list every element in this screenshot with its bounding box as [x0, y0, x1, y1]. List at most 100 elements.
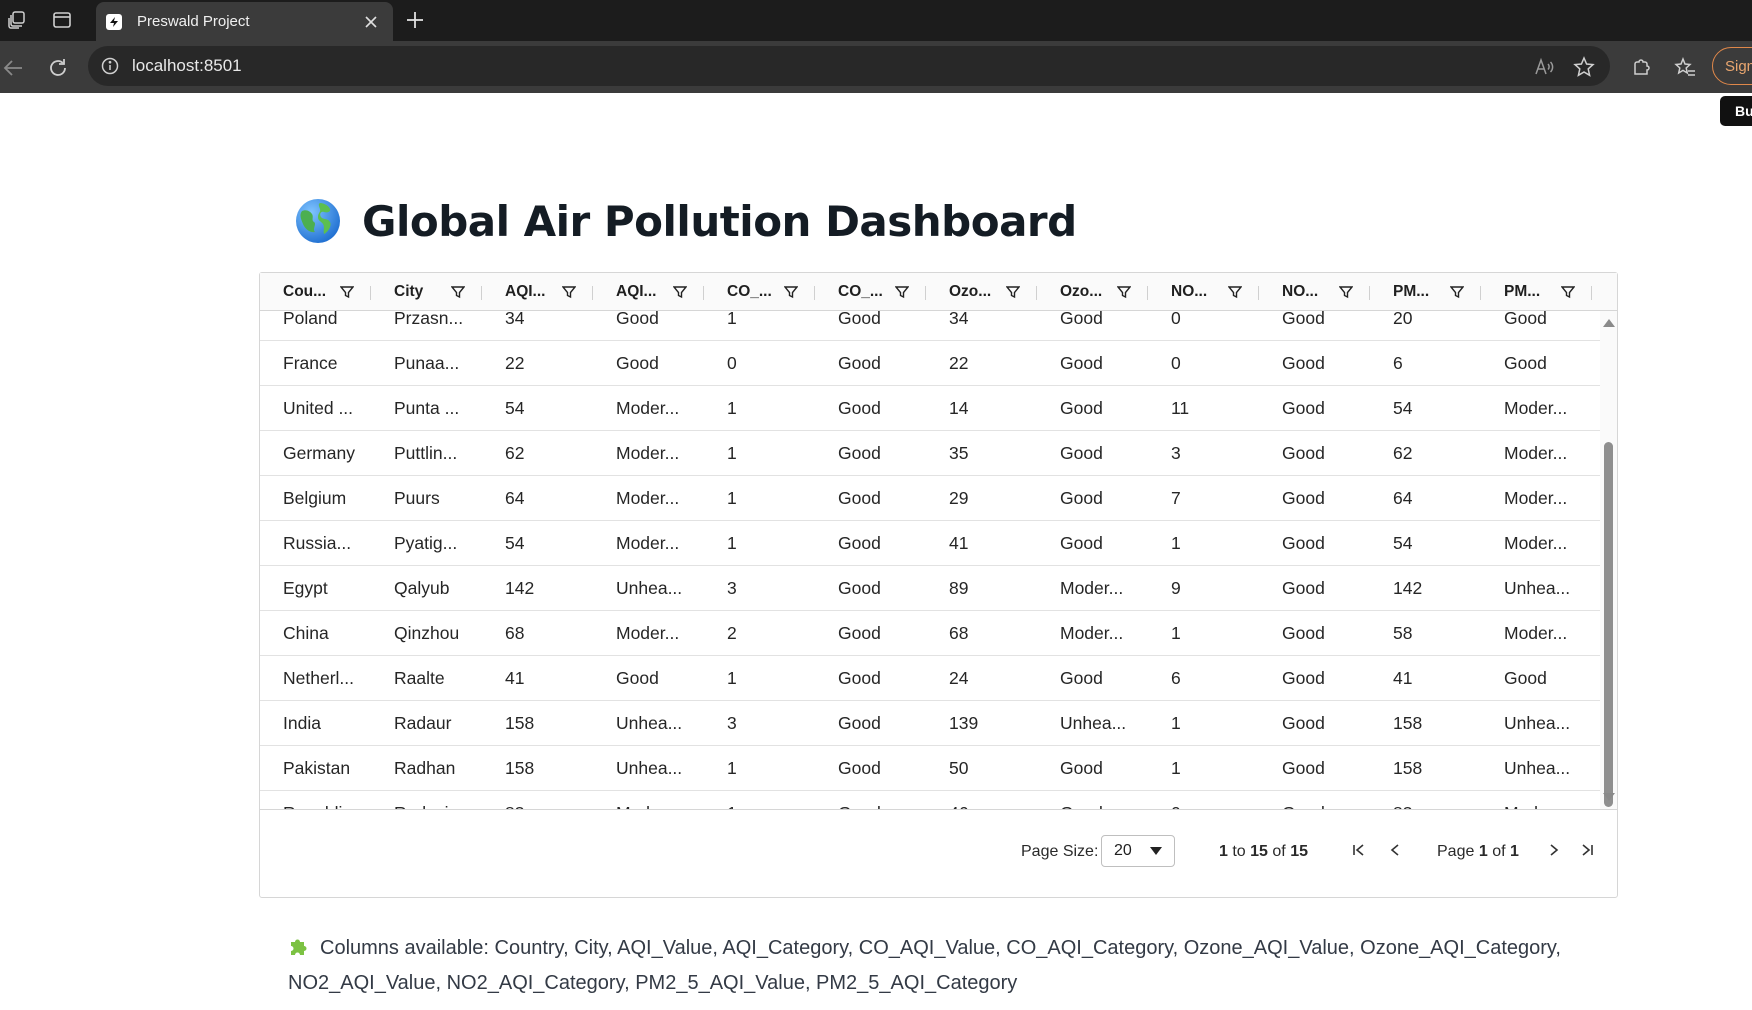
table-cell[interactable]: Good [1259, 791, 1325, 810]
table-cell[interactable]: Unhea... [1481, 701, 1570, 745]
table-cell[interactable]: 54 [1370, 386, 1412, 430]
column-header[interactable]: Cou... [260, 273, 371, 311]
table-cell[interactable]: Raalte [371, 656, 445, 700]
table-cell[interactable]: Good [815, 431, 881, 475]
table-cell[interactable]: 11 [1148, 386, 1189, 430]
table-cell[interactable]: Unhea... [1037, 701, 1126, 745]
table-cell[interactable]: Przasn... [371, 311, 463, 340]
table-cell[interactable]: Good [593, 656, 659, 700]
table-cell[interactable]: Radovis [371, 791, 457, 810]
filter-icon[interactable] [561, 284, 577, 300]
table-cell[interactable]: Moder... [1481, 611, 1567, 655]
table-cell[interactable]: Good [1259, 386, 1325, 430]
table-cell[interactable]: 35 [926, 431, 968, 475]
table-cell[interactable]: Unhea... [1481, 566, 1570, 610]
table-cell[interactable]: 3 [704, 701, 737, 745]
table-cell[interactable]: Good [593, 311, 659, 340]
table-cell[interactable]: Moder... [1037, 566, 1123, 610]
table-cell[interactable]: 62 [482, 431, 524, 475]
table-cell[interactable]: Good [1259, 746, 1325, 790]
table-cell[interactable]: Good [1259, 311, 1325, 340]
column-header[interactable]: Ozo... [1037, 273, 1148, 311]
table-row[interactable]: India Radaur 158 Unhea... 3 Good 139 Unhea... 1 G… [260, 701, 1600, 746]
table-cell[interactable]: 1 [704, 791, 737, 810]
next-page-icon[interactable] [1544, 839, 1564, 861]
table-cell[interactable]: Good [1037, 521, 1103, 565]
table-cell[interactable]: Good [1037, 746, 1103, 790]
column-header[interactable]: PM... [1481, 273, 1592, 311]
table-cell[interactable]: Pakistan [260, 746, 350, 790]
table-cell[interactable]: Good [1259, 341, 1325, 385]
vertical-scrollbar[interactable] [1600, 311, 1617, 809]
table-cell[interactable]: 158 [1370, 746, 1422, 790]
table-cell[interactable]: Good [815, 701, 881, 745]
table-cell[interactable]: Radhan [371, 746, 455, 790]
table-cell[interactable]: 29 [926, 476, 968, 520]
table-row[interactable]: Netherl... Raalte 41 Good 1 Good 24 Good 6 Good 41… [260, 656, 1600, 701]
filter-icon[interactable] [1227, 284, 1243, 300]
table-cell[interactable]: 22 [482, 341, 524, 385]
table-cell[interactable]: 34 [926, 311, 968, 340]
table-row[interactable]: Russia... Pyatig... 54 Moder... 1 Good 41 Good 1… [260, 521, 1600, 566]
filter-icon[interactable] [783, 284, 799, 300]
table-row[interactable]: Pakistan Radhan 158 Unhea... 1 Good 50 Good 1 Goo… [260, 746, 1600, 791]
table-cell[interactable]: Punaa... [371, 341, 459, 385]
table-cell[interactable]: 1 [1148, 611, 1181, 655]
table-cell[interactable]: 0 [704, 341, 737, 385]
table-cell[interactable]: Good [1037, 431, 1103, 475]
table-cell[interactable]: 68 [926, 611, 968, 655]
table-cell[interactable]: 68 [482, 611, 524, 655]
table-cell[interactable]: United ... [260, 386, 353, 430]
table-cell[interactable]: Moder... [1037, 611, 1123, 655]
filter-icon[interactable] [450, 284, 466, 300]
filter-icon[interactable] [339, 284, 355, 300]
table-cell[interactable]: 1 [1148, 746, 1181, 790]
table-row[interactable]: Egypt Qalyub 142 Unhea... 3 Good 89 Moder... 9 Go… [260, 566, 1600, 611]
table-cell[interactable]: Moder... [593, 386, 679, 430]
browser-tab[interactable]: Preswald Project [96, 2, 393, 41]
table-cell[interactable]: Good [1259, 611, 1325, 655]
page-size-select[interactable]: 20 [1101, 835, 1175, 867]
table-row[interactable]: United ... Punta ... 54 Moder... 1 Good 14 Good… [260, 386, 1600, 431]
last-page-icon[interactable] [1577, 839, 1597, 861]
table-cell[interactable]: 1 [704, 746, 737, 790]
favorites-list-icon[interactable] [1672, 55, 1698, 81]
table-cell[interactable]: 83 [1370, 791, 1412, 810]
table-cell[interactable]: 54 [482, 386, 524, 430]
table-cell[interactable]: Russia... [260, 521, 351, 565]
scrollbar-thumb[interactable] [1604, 442, 1613, 807]
table-cell[interactable]: Moder... [593, 791, 679, 810]
table-cell[interactable]: 1 [704, 431, 737, 475]
table-cell[interactable]: Puurs [371, 476, 440, 520]
table-cell[interactable]: Moder... [1481, 476, 1567, 520]
column-header[interactable]: NO... [1259, 273, 1370, 311]
filter-icon[interactable] [1449, 284, 1465, 300]
table-cell[interactable]: 22 [926, 341, 968, 385]
table-cell[interactable]: Good [1037, 341, 1103, 385]
sign-in-button[interactable]: Sign [1712, 47, 1752, 85]
table-cell[interactable]: Good [1259, 566, 1325, 610]
table-cell[interactable]: Qalyub [371, 566, 449, 610]
table-cell[interactable]: 158 [1370, 701, 1422, 745]
table-cell[interactable]: 62 [1370, 431, 1412, 475]
table-cell[interactable]: 0 [1148, 341, 1181, 385]
table-cell[interactable]: Unhea... [593, 746, 682, 790]
column-header[interactable]: CO_... [704, 273, 815, 311]
table-cell[interactable]: 54 [1370, 521, 1412, 565]
table-cell[interactable]: Puttlin... [371, 431, 457, 475]
table-cell[interactable]: 34 [482, 311, 524, 340]
extensions-icon[interactable] [1628, 55, 1654, 81]
table-cell[interactable]: 9 [1148, 566, 1181, 610]
address-bar[interactable]: localhost:8501 [88, 46, 1610, 86]
table-cell[interactable]: France [260, 341, 337, 385]
column-header[interactable]: AQI... [593, 273, 704, 311]
table-cell[interactable]: Good [815, 386, 881, 430]
table-cell[interactable]: Good [1037, 791, 1103, 810]
table-row[interactable]: Republi... Radovis 83 Moder... 1 Good 46 Good 0 G… [260, 791, 1600, 810]
column-header[interactable]: Ozo... [926, 273, 1037, 311]
filter-icon[interactable] [894, 284, 910, 300]
table-cell[interactable]: Qinzhou [371, 611, 459, 655]
table-cell[interactable]: 3 [1148, 431, 1181, 475]
table-cell[interactable]: 1 [1148, 521, 1181, 565]
table-cell[interactable]: Good [1259, 476, 1325, 520]
